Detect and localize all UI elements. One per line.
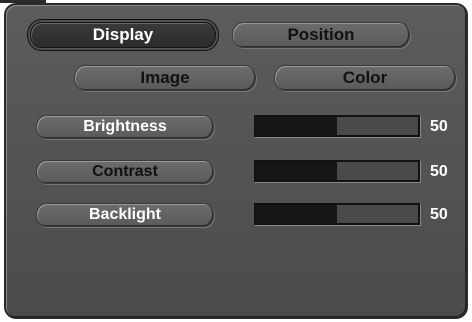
brightness-button[interactable]: Brightness bbox=[36, 115, 214, 139]
contrast-button[interactable]: Contrast bbox=[36, 160, 214, 184]
osd-menu-panel: Display Position Image Color Brightness … bbox=[4, 3, 468, 319]
brightness-slider[interactable] bbox=[254, 115, 420, 137]
tab-display[interactable]: Display bbox=[30, 22, 216, 48]
contrast-slider-fill bbox=[256, 162, 337, 180]
backlight-value: 50 bbox=[430, 206, 448, 223]
backlight-slider-fill bbox=[256, 205, 337, 223]
contrast-slider[interactable] bbox=[254, 160, 420, 182]
tab-position[interactable]: Position bbox=[232, 22, 410, 48]
backlight-slider[interactable] bbox=[254, 203, 420, 225]
brightness-slider-fill bbox=[256, 117, 337, 135]
subtab-color[interactable]: Color bbox=[274, 65, 456, 91]
backlight-button[interactable]: Backlight bbox=[36, 203, 214, 227]
contrast-value: 50 bbox=[430, 163, 448, 180]
subtab-image[interactable]: Image bbox=[74, 65, 256, 91]
brightness-value: 50 bbox=[430, 118, 448, 135]
